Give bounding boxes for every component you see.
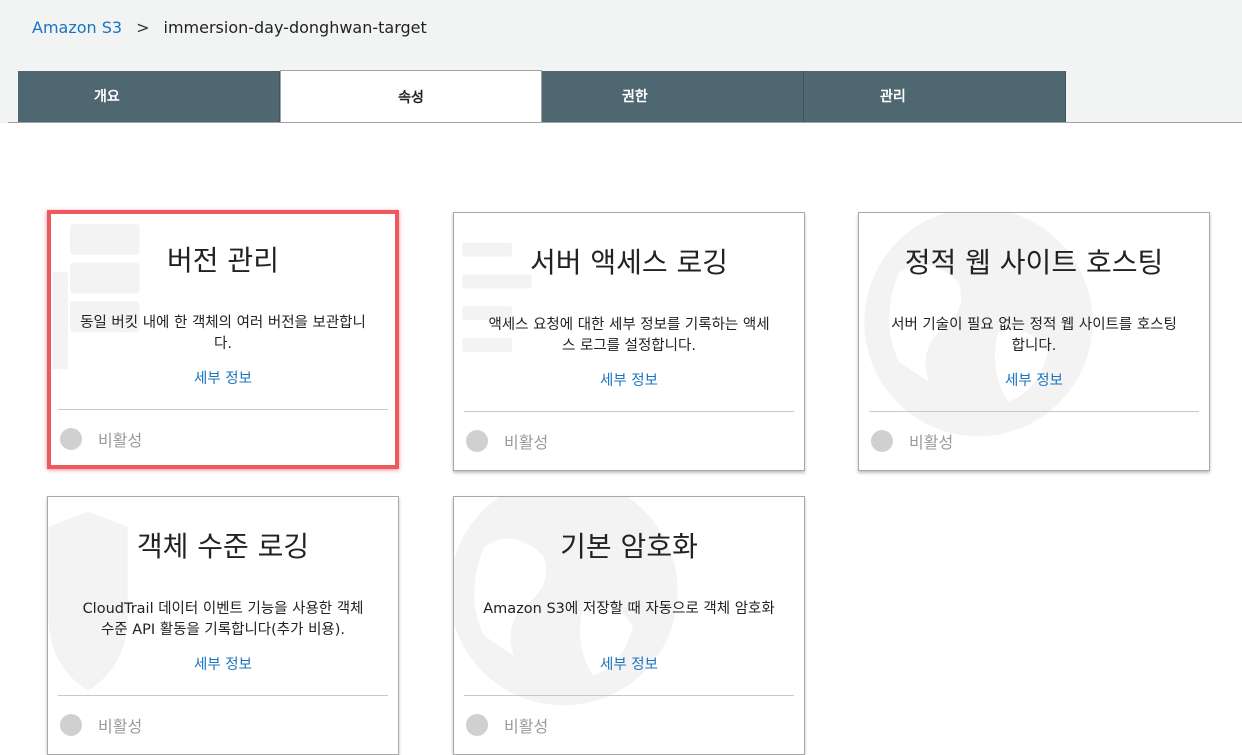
card-title: 버전 관리 xyxy=(167,244,279,277)
card-description: CloudTrail 데이터 이벤트 기능을 사용한 객체 수준 API 활동을… xyxy=(82,601,364,638)
breadcrumb-current: immersion-day-donghwan-target xyxy=(163,18,427,37)
card-details-link-wrap: 세부 정보 xyxy=(454,369,804,390)
card-title: 기본 암호화 xyxy=(560,530,698,563)
header-bar: Amazon S3 > immersion-day-donghwan-targe… xyxy=(0,0,1242,123)
status-radio-icon[interactable] xyxy=(466,430,488,452)
card-title: 객체 수준 로깅 xyxy=(136,530,310,563)
card-status: 비활성 xyxy=(871,429,953,453)
card-divider xyxy=(464,695,794,696)
card-status: 비활성 xyxy=(466,429,548,453)
status-label: 비활성 xyxy=(98,431,143,450)
card-versioning[interactable]: 버전 관리 동일 버킷 내에 한 객체의 여러 버전을 보관합니다. 세부 정보… xyxy=(47,210,399,469)
card-description: Amazon S3에 저장할 때 자동으로 객체 암호화 xyxy=(483,601,775,617)
card-description: 동일 버킷 내에 한 객체의 여러 버전을 보관합니다. xyxy=(80,315,366,352)
status-radio-icon[interactable] xyxy=(60,714,82,736)
card-status: 비활성 xyxy=(466,713,548,737)
status-label: 비활성 xyxy=(504,433,549,452)
tab-permissions[interactable]: 권한 xyxy=(542,71,804,122)
card-status: 비활성 xyxy=(60,427,142,451)
card-description: 액세스 요청에 대한 세부 정보를 기록하는 액세스 로그를 설정합니다. xyxy=(488,317,770,354)
card-status: 비활성 xyxy=(60,713,142,737)
tab-properties[interactable]: 속성 xyxy=(280,70,542,123)
details-link[interactable]: 세부 정보 xyxy=(194,371,252,387)
card-details-link-wrap: 세부 정보 xyxy=(48,653,398,674)
status-radio-icon[interactable] xyxy=(466,714,488,736)
status-label: 비활성 xyxy=(98,717,143,736)
card-default-encryption[interactable]: 기본 암호화 Amazon S3에 저장할 때 자동으로 객체 암호화 세부 정… xyxy=(453,496,805,755)
card-details-link-wrap: 세부 정보 xyxy=(454,653,804,674)
card-details-link-wrap: 세부 정보 xyxy=(51,367,395,388)
card-object-level-logging[interactable]: 객체 수준 로깅 CloudTrail 데이터 이벤트 기능을 사용한 객체 수… xyxy=(47,496,399,755)
breadcrumb: Amazon S3 > immersion-day-donghwan-targe… xyxy=(32,18,427,38)
status-label: 비활성 xyxy=(504,717,549,736)
breadcrumb-separator: > xyxy=(136,18,150,37)
breadcrumb-root-link[interactable]: Amazon S3 xyxy=(32,18,122,38)
card-server-access-logging[interactable]: 서버 액세스 로깅 액세스 요청에 대한 세부 정보를 기록하는 액세스 로그를… xyxy=(453,212,805,471)
tab-overview[interactable]: 개요 xyxy=(18,71,280,122)
card-description: 서버 기술이 필요 없는 정적 웹 사이트를 호스팅합니다. xyxy=(891,317,1177,354)
card-static-website-hosting[interactable]: 정적 웹 사이트 호스팅 서버 기술이 필요 없는 정적 웹 사이트를 호스팅합… xyxy=(858,212,1210,471)
status-radio-icon[interactable] xyxy=(871,430,893,452)
card-title: 서버 액세스 로깅 xyxy=(529,246,729,279)
tab-underline xyxy=(8,122,1242,123)
card-divider xyxy=(58,695,388,696)
card-title: 정적 웹 사이트 호스팅 xyxy=(904,246,1164,279)
details-link[interactable]: 세부 정보 xyxy=(194,657,252,673)
status-radio-icon[interactable] xyxy=(60,428,82,450)
details-link[interactable]: 세부 정보 xyxy=(1005,373,1063,389)
details-link[interactable]: 세부 정보 xyxy=(600,657,658,673)
card-details-link-wrap: 세부 정보 xyxy=(859,369,1209,390)
card-divider xyxy=(464,411,794,412)
tab-bar: 개요 속성 권한 관리 xyxy=(18,70,1066,123)
card-divider xyxy=(58,409,388,410)
status-label: 비활성 xyxy=(909,433,954,452)
details-link[interactable]: 세부 정보 xyxy=(600,373,658,389)
tab-management[interactable]: 관리 xyxy=(804,71,1066,122)
card-divider xyxy=(869,411,1199,412)
